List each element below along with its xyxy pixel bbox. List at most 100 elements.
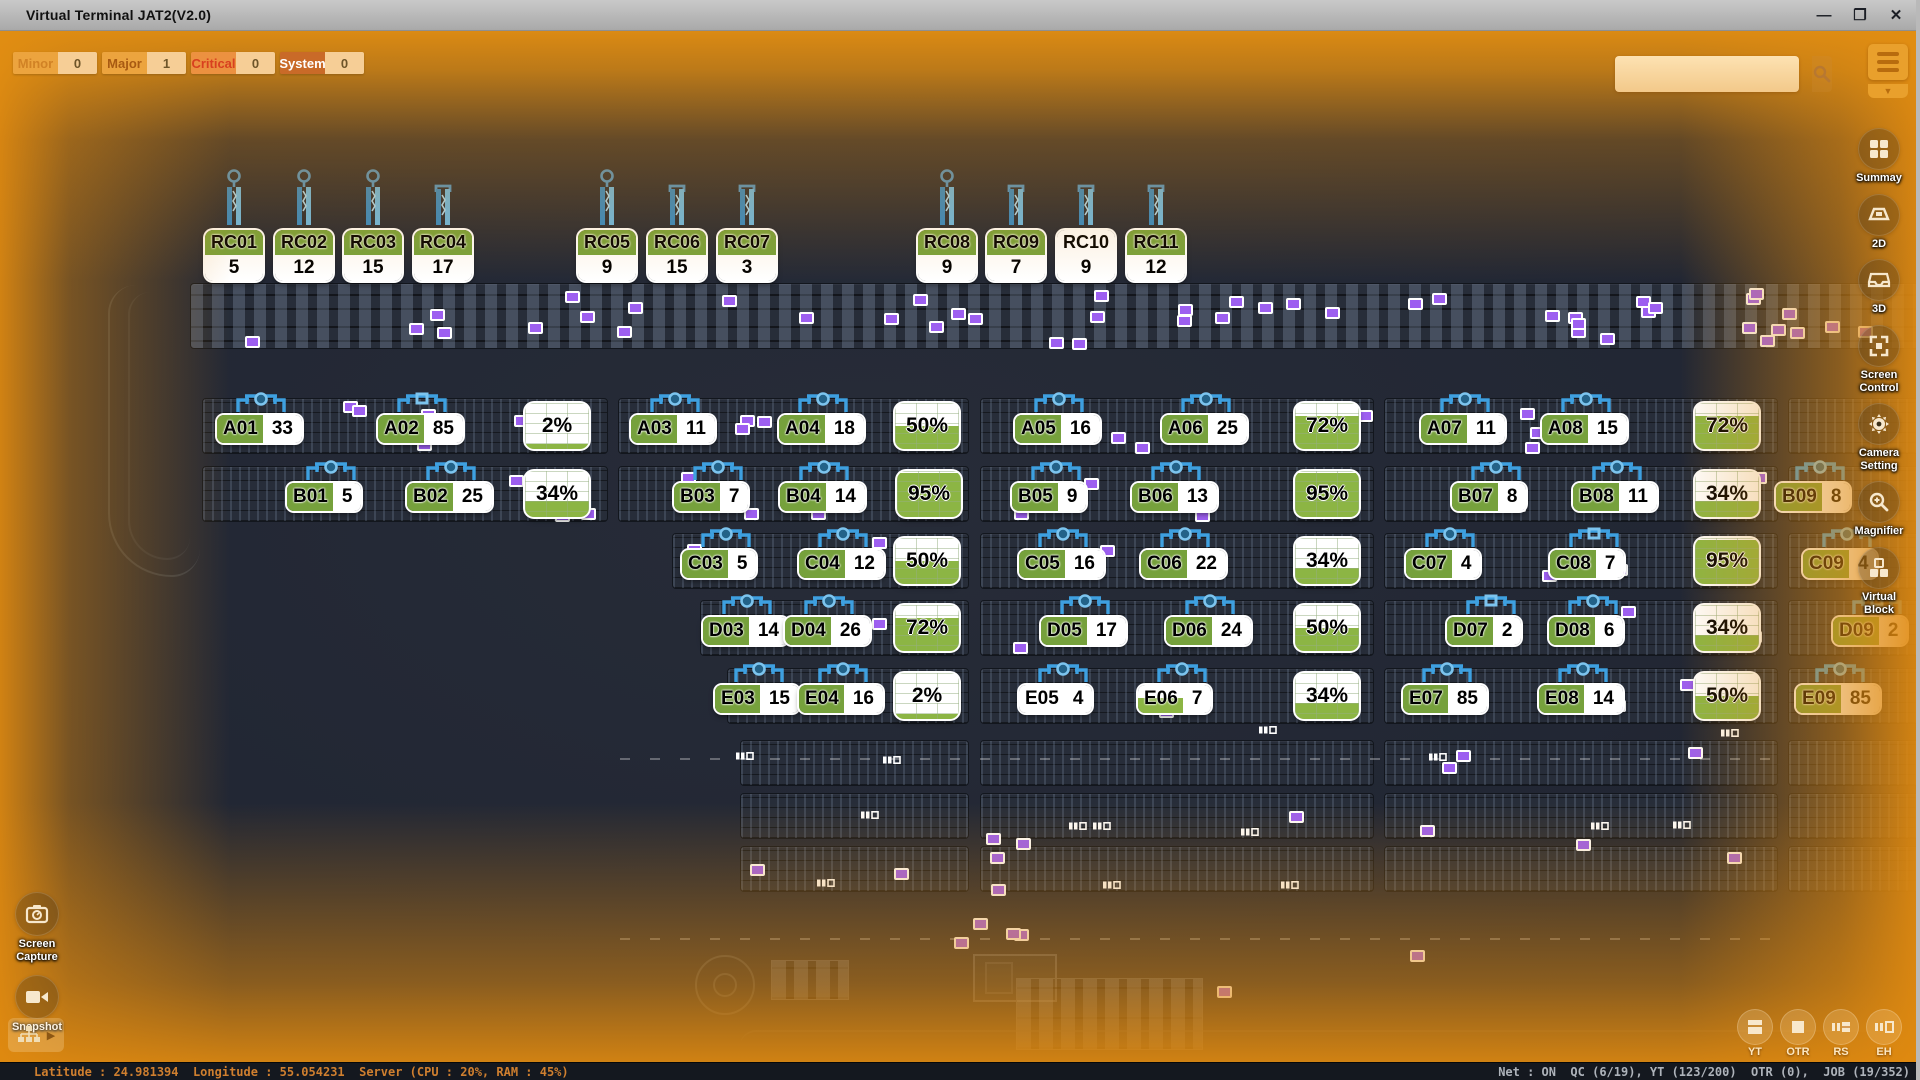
- block-A06[interactable]: A0625: [1162, 415, 1247, 443]
- block-B06[interactable]: B0613: [1132, 483, 1217, 511]
- minimize-button[interactable]: —: [1810, 4, 1838, 26]
- occupancy-badge-95pct[interactable]: 95%: [1695, 538, 1759, 584]
- block-E04[interactable]: E0416: [799, 685, 883, 713]
- block-A08[interactable]: A0815: [1542, 415, 1627, 443]
- occupancy-badge-50pct[interactable]: 50%: [895, 403, 959, 449]
- toggle-eh[interactable]: EH: [1866, 1009, 1902, 1058]
- block-D04[interactable]: D0426: [785, 617, 870, 645]
- block-B05[interactable]: B059: [1012, 483, 1086, 511]
- block-B01[interactable]: B015: [287, 483, 361, 511]
- block-D07[interactable]: D072: [1447, 617, 1521, 645]
- truck-icon: [817, 875, 835, 893]
- yt-icon: [1737, 1009, 1773, 1045]
- equipment-marker: [1016, 838, 1031, 850]
- block-D06[interactable]: D0624: [1166, 617, 1251, 645]
- toggle-yt[interactable]: YT: [1737, 1009, 1773, 1058]
- block-C05[interactable]: C0516: [1019, 550, 1104, 578]
- toggle-rs[interactable]: RS: [1823, 1009, 1859, 1058]
- block-E05[interactable]: E054: [1019, 685, 1092, 713]
- quay-crane-RC11[interactable]: RC1112: [1127, 230, 1185, 281]
- grid-icon: [1858, 128, 1900, 170]
- occupancy-badge-2pct[interactable]: 2%: [525, 403, 589, 449]
- sidebar-item-camera-setting[interactable]: Camera Setting: [1858, 403, 1900, 472]
- occupancy-badge-72pct[interactable]: 72%: [1695, 403, 1759, 449]
- quay-crane-RC10[interactable]: RC109: [1057, 230, 1115, 281]
- sidebar-item-virtual-block[interactable]: Virtual Block: [1858, 547, 1900, 616]
- alert-critical[interactable]: Critical0: [191, 52, 275, 74]
- occupancy-badge-95pct[interactable]: 95%: [1295, 471, 1359, 517]
- sidebar-item-magnifier[interactable]: Magnifier: [1855, 481, 1904, 538]
- block-D03[interactable]: D0314: [703, 617, 788, 645]
- block-D08[interactable]: D086: [1549, 617, 1623, 645]
- block-B09[interactable]: B098: [1776, 483, 1850, 511]
- block-D05[interactable]: D0517: [1041, 617, 1126, 645]
- occupancy-badge-50pct[interactable]: 50%: [1695, 673, 1759, 719]
- road-bottom: [740, 1030, 1880, 1062]
- crane-count: 9: [578, 255, 636, 281]
- tree-view-panel[interactable]: ▶: [8, 1018, 64, 1052]
- block-B02[interactable]: B0225: [407, 483, 492, 511]
- block-E08[interactable]: E0814: [1539, 685, 1623, 713]
- occupancy-badge-34pct[interactable]: 34%: [1695, 605, 1759, 651]
- block-C07[interactable]: C074: [1406, 550, 1480, 578]
- crane-icon: [1068, 183, 1104, 230]
- occupancy-badge-34pct[interactable]: 34%: [1295, 673, 1359, 719]
- sidebar-item-2d[interactable]: 2D: [1858, 194, 1900, 251]
- quay-crane-RC03[interactable]: RC0315: [344, 230, 402, 281]
- occupancy-badge-2pct[interactable]: 2%: [895, 673, 959, 719]
- block-B07[interactable]: B078: [1452, 483, 1526, 511]
- alert-system[interactable]: System0: [280, 52, 364, 74]
- quay-crane-RC07[interactable]: RC073: [718, 230, 776, 281]
- 2d-icon: [1858, 194, 1900, 236]
- sidebar-item-3d[interactable]: 3D: [1858, 259, 1900, 316]
- quay-crane-RC02[interactable]: RC0212: [275, 230, 333, 281]
- block-B04[interactable]: B0414: [780, 483, 865, 511]
- block-A07[interactable]: A0711: [1421, 415, 1505, 443]
- search-icon[interactable]: [1812, 56, 1832, 92]
- block-A02[interactable]: A0285: [378, 415, 463, 443]
- quay-crane-RC09[interactable]: RC097: [987, 230, 1045, 281]
- close-button[interactable]: ✕: [1882, 4, 1910, 26]
- titlebar[interactable]: Virtual Terminal JAT2(V2.0) —❐✕: [0, 0, 1920, 31]
- block-C08[interactable]: C087: [1550, 550, 1624, 578]
- block-C06[interactable]: C0622: [1141, 550, 1226, 578]
- occupancy-badge-50pct[interactable]: 50%: [895, 538, 959, 584]
- quay-crane-RC04[interactable]: RC0417: [414, 230, 472, 281]
- block-A03[interactable]: A0311: [631, 415, 715, 443]
- sidebar-item-screen-control[interactable]: Screen Control: [1858, 325, 1900, 394]
- quay-crane-RC06[interactable]: RC0615: [648, 230, 706, 281]
- block-E07[interactable]: E0785: [1403, 685, 1487, 713]
- occupancy-badge-34pct[interactable]: 34%: [1695, 471, 1759, 517]
- occupancy-badge-50pct[interactable]: 50%: [1295, 605, 1359, 651]
- quay-crane-RC01[interactable]: RC015: [205, 230, 263, 281]
- block-C04[interactable]: C0412: [799, 550, 884, 578]
- quay-crane-RC08[interactable]: RC089: [918, 230, 976, 281]
- block-B03[interactable]: B037: [674, 483, 748, 511]
- screen-capture-button[interactable]: Screen Capture: [15, 892, 59, 963]
- block-id: E09: [1796, 685, 1841, 713]
- hamburger-menu-icon[interactable]: [1868, 44, 1908, 80]
- block-A01[interactable]: A0133: [217, 415, 302, 443]
- occupancy-badge-34pct[interactable]: 34%: [1295, 538, 1359, 584]
- maximize-button[interactable]: ❐: [1846, 4, 1874, 26]
- block-count: 25: [453, 483, 492, 511]
- block-C03[interactable]: C035: [682, 550, 756, 578]
- menu-collapse-chevron-icon[interactable]: ▼: [1868, 84, 1908, 98]
- occupancy-badge-34pct[interactable]: 34%: [525, 471, 589, 517]
- occupancy-badge-72pct[interactable]: 72%: [1295, 403, 1359, 449]
- alert-minor[interactable]: Minor0: [13, 52, 97, 74]
- block-E09[interactable]: E0985: [1796, 685, 1880, 713]
- block-A04[interactable]: A0418: [779, 415, 864, 443]
- block-A05[interactable]: A0516: [1015, 415, 1100, 443]
- toggle-otr[interactable]: OTR: [1780, 1009, 1816, 1058]
- block-E06[interactable]: E067: [1138, 685, 1211, 713]
- alert-major[interactable]: Major1: [102, 52, 186, 74]
- search-input[interactable]: [1615, 56, 1812, 92]
- occupancy-badge-72pct[interactable]: 72%: [895, 605, 959, 651]
- occupancy-badge-95pct[interactable]: 95%: [897, 471, 961, 517]
- quay-crane-RC05[interactable]: RC059: [578, 230, 636, 281]
- sidebar-item-summary[interactable]: Summay: [1856, 128, 1902, 185]
- block-B08[interactable]: B0811: [1573, 483, 1657, 511]
- block-E03[interactable]: E0315: [715, 685, 799, 713]
- terminal-map[interactable]: RC015RC0212RC0315RC0417 RC059RC0615RC073 R…: [0, 30, 1920, 1063]
